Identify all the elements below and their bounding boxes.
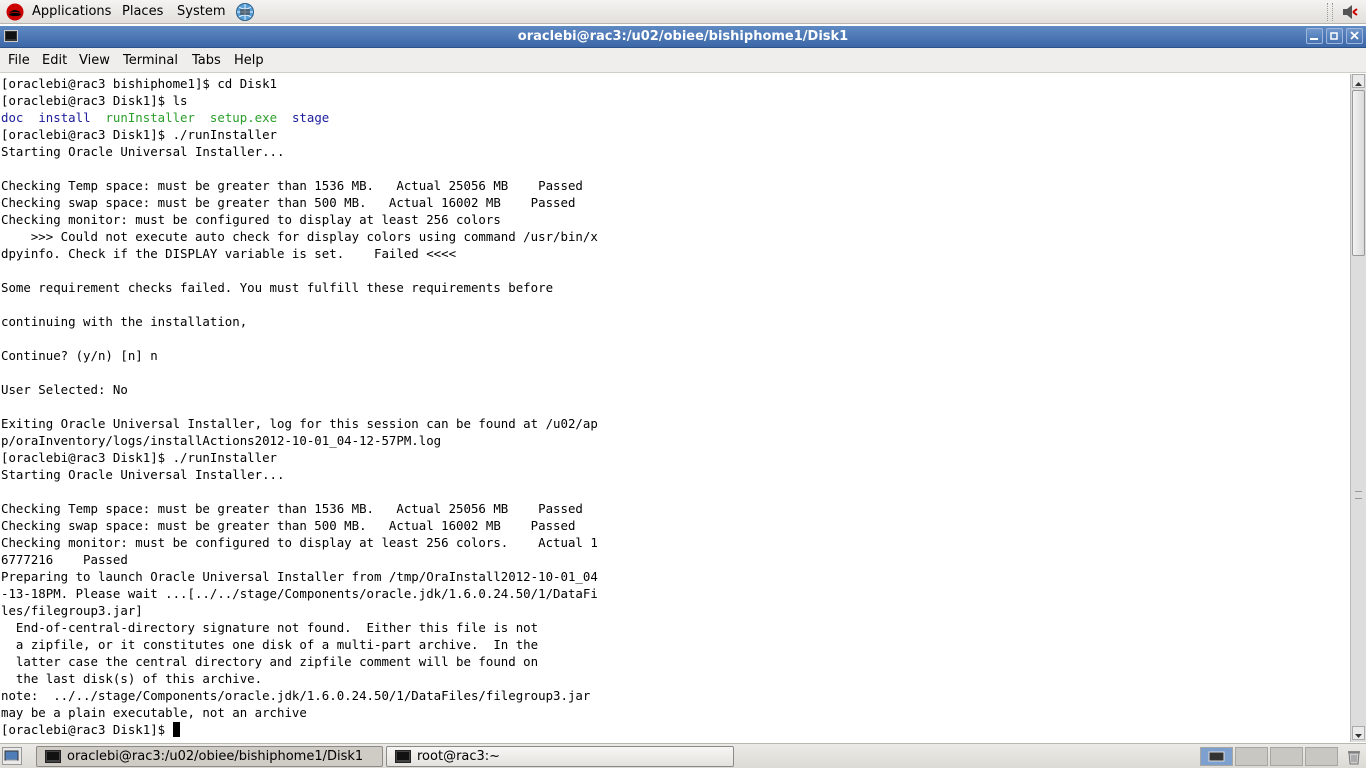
terminal-line: [oraclebi@rac3 Disk1]$ ./runInstaller: [1, 450, 278, 465]
menu-tabs[interactable]: Tabs: [192, 53, 221, 68]
ls-entry-setup-exe: setup.exe: [209, 110, 278, 125]
terminal-icon: [395, 750, 411, 763]
close-icon: [1350, 31, 1359, 40]
terminal-line: dpyinfo. Check if the DISPLAY variable i…: [1, 246, 457, 261]
redhat-logo-icon[interactable]: [6, 3, 24, 21]
text-cursor: [172, 722, 180, 737]
terminal-line: Some requirement checks failed. You must…: [1, 280, 554, 295]
terminal-line: Exiting Oracle Universal Installer, log …: [1, 416, 598, 431]
ls-entry-runinstaller: runInstaller: [105, 110, 195, 125]
shell-prompt: [oraclebi@rac3 Disk1]$: [1, 722, 173, 737]
taskbar-item-label: root@rac3:~: [417, 749, 501, 764]
window-titlebar[interactable]: oraclebi@rac3:/u02/obiee/bishiphome1/Dis…: [0, 26, 1366, 48]
terminal-line: Checking Temp space: must be greater tha…: [1, 178, 583, 193]
menu-file[interactable]: File: [8, 53, 30, 68]
ls-entry-install: install: [38, 110, 91, 125]
ls-entry-stage: stage: [291, 110, 330, 125]
taskbar-item-oraclebi-terminal[interactable]: oraclebi@rac3:/u02/obiee/bishiphome1/Dis…: [36, 746, 383, 767]
terminal-line: [oraclebi@rac3 Disk1]$ ./runInstaller: [1, 127, 278, 142]
terminal-line: >>> Could not execute auto check for dis…: [1, 229, 598, 244]
system-menu[interactable]: System: [177, 4, 225, 19]
menu-help[interactable]: Help: [234, 53, 264, 68]
terminal-line: User Selected: No: [1, 382, 128, 397]
scroll-down-arrow-icon[interactable]: [1352, 726, 1365, 740]
terminal-line: [oraclebi@rac3 Disk1]$ ls: [1, 93, 188, 108]
terminal-menubar: File Edit View Terminal Tabs Help: [0, 48, 1366, 73]
terminal-scrollbar[interactable]: [1350, 74, 1366, 742]
taskbar-item-root-terminal[interactable]: root@rac3:~: [386, 746, 734, 767]
terminal-line: les/filegroup3.jar]: [1, 603, 143, 618]
terminal-prompt-line[interactable]: [oraclebi@rac3 Disk1]$: [1, 721, 180, 738]
terminal-line: Checking monitor: must be configured to …: [1, 535, 598, 550]
terminal-line: may be a plain executable, not an archiv…: [1, 705, 307, 720]
terminal-line: Starting Oracle Universal Installer...: [1, 467, 285, 482]
top-panel: Applications Places System: [0, 0, 1366, 24]
show-desktop-button[interactable]: [2, 747, 22, 765]
network-globe-icon[interactable]: [235, 2, 255, 22]
menu-view[interactable]: View: [79, 53, 110, 68]
terminal-line: p/oraInventory/logs/installActions2012-1…: [1, 433, 442, 448]
terminal-line: Starting Oracle Universal Installer...: [1, 144, 285, 159]
maximize-icon: [1330, 32, 1338, 40]
menu-edit[interactable]: Edit: [42, 53, 67, 68]
terminal-line: Checking Temp space: must be greater tha…: [1, 501, 583, 516]
places-menu[interactable]: Places: [122, 4, 163, 19]
mini-window-icon: [1208, 751, 1225, 762]
terminal-line: Checking swap space: must be greater tha…: [1, 518, 576, 533]
bottom-panel: oraclebi@rac3:/u02/obiee/bishiphome1/Dis…: [0, 743, 1366, 768]
terminal-line: Checking monitor: must be configured to …: [1, 212, 501, 227]
minimize-button[interactable]: [1306, 28, 1323, 44]
workspace-4[interactable]: [1305, 747, 1338, 766]
trash-icon[interactable]: [1347, 748, 1361, 765]
volume-icon[interactable]: [1341, 3, 1359, 21]
terminal-line: a zipfile, or it constitutes one disk of…: [1, 637, 539, 652]
menu-terminal[interactable]: Terminal: [123, 53, 178, 68]
terminal-icon: [45, 750, 61, 763]
scroll-up-arrow-icon[interactable]: [1352, 74, 1365, 88]
minimize-icon: [1310, 38, 1318, 40]
workspace-3[interactable]: [1270, 747, 1303, 766]
scrollbar-grip: [1355, 491, 1362, 499]
terminal-line: Continue? (y/n) [n] n: [1, 348, 158, 363]
panel-separator: [1327, 3, 1333, 21]
terminal-line: Preparing to launch Oracle Universal Ins…: [1, 569, 598, 584]
ls-entry-doc: doc: [1, 110, 24, 125]
terminal-line: [oraclebi@rac3 bishiphome1]$ cd Disk1: [1, 76, 278, 91]
terminal-line: the last disk(s) of this archive.: [1, 671, 263, 686]
window-title: oraclebi@rac3:/u02/obiee/bishiphome1/Dis…: [517, 29, 849, 44]
terminal-line: note: ../../stage/Components/oracle.jdk/…: [1, 688, 591, 703]
terminal-line: continuing with the installation,: [1, 314, 248, 329]
maximize-button[interactable]: [1326, 28, 1343, 44]
terminal-output[interactable]: [oraclebi@rac3 bishiphome1]$ cd Disk1 [o…: [0, 74, 1350, 742]
taskbar-item-label: oraclebi@rac3:/u02/obiee/bishiphome1/Dis…: [67, 749, 364, 764]
terminal-line: latter case the central directory and zi…: [1, 654, 539, 669]
close-button[interactable]: [1346, 28, 1363, 44]
terminal-line: End-of-central-directory signature not f…: [1, 620, 539, 635]
scrollbar-thumb[interactable]: [1352, 90, 1365, 256]
applications-menu[interactable]: Applications: [32, 4, 111, 19]
workspace-2[interactable]: [1235, 747, 1268, 766]
workspace-1[interactable]: [1200, 747, 1233, 766]
show-desktop-icon: [4, 750, 19, 761]
terminal-line: 6777216 Passed: [1, 552, 128, 567]
ls-output-line: doc install runInstaller setup.exe stage: [1, 109, 329, 126]
terminal-line: -13-18PM. Please wait ...[../../stage/Co…: [1, 586, 598, 601]
terminal-line: Checking swap space: must be greater tha…: [1, 195, 576, 210]
